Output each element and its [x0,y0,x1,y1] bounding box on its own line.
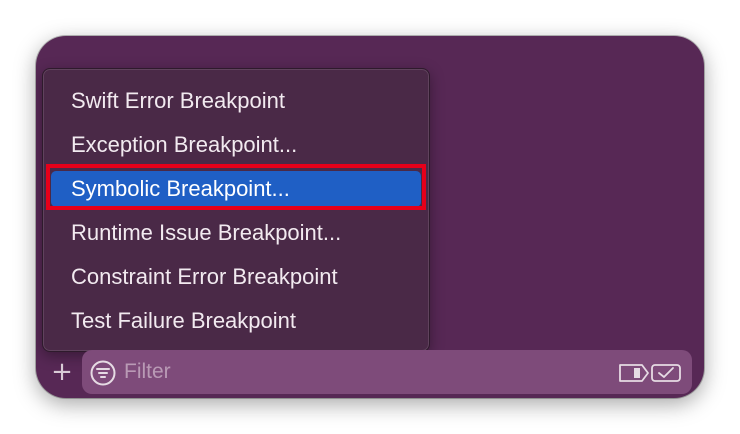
add-breakpoint-menu: Swift Error Breakpoint Exception Breakpo… [42,68,430,352]
annotation-highlight-box [46,164,426,210]
menu-item-runtime-issue-breakpoint[interactable]: Runtime Issue Breakpoint... [51,215,421,251]
filter-bar [82,350,692,394]
breakpoint-toggle-icons [619,364,681,382]
filter-icon[interactable] [90,360,116,386]
breakpoint-navigator-window: Swift Error Breakpoint Exception Breakpo… [36,36,704,398]
filter-input[interactable] [124,356,564,388]
menu-item-constraint-error-breakpoint[interactable]: Constraint Error Breakpoint [51,259,421,295]
menu-item-exception-breakpoint[interactable]: Exception Breakpoint... [51,127,421,163]
breakpoint-icon[interactable] [619,364,649,382]
checkmark-icon[interactable] [651,364,681,382]
plus-icon[interactable]: + [50,359,74,385]
menu-item-swift-error-breakpoint[interactable]: Swift Error Breakpoint [51,83,421,119]
menu-item-test-failure-breakpoint[interactable]: Test Failure Breakpoint [51,303,421,339]
